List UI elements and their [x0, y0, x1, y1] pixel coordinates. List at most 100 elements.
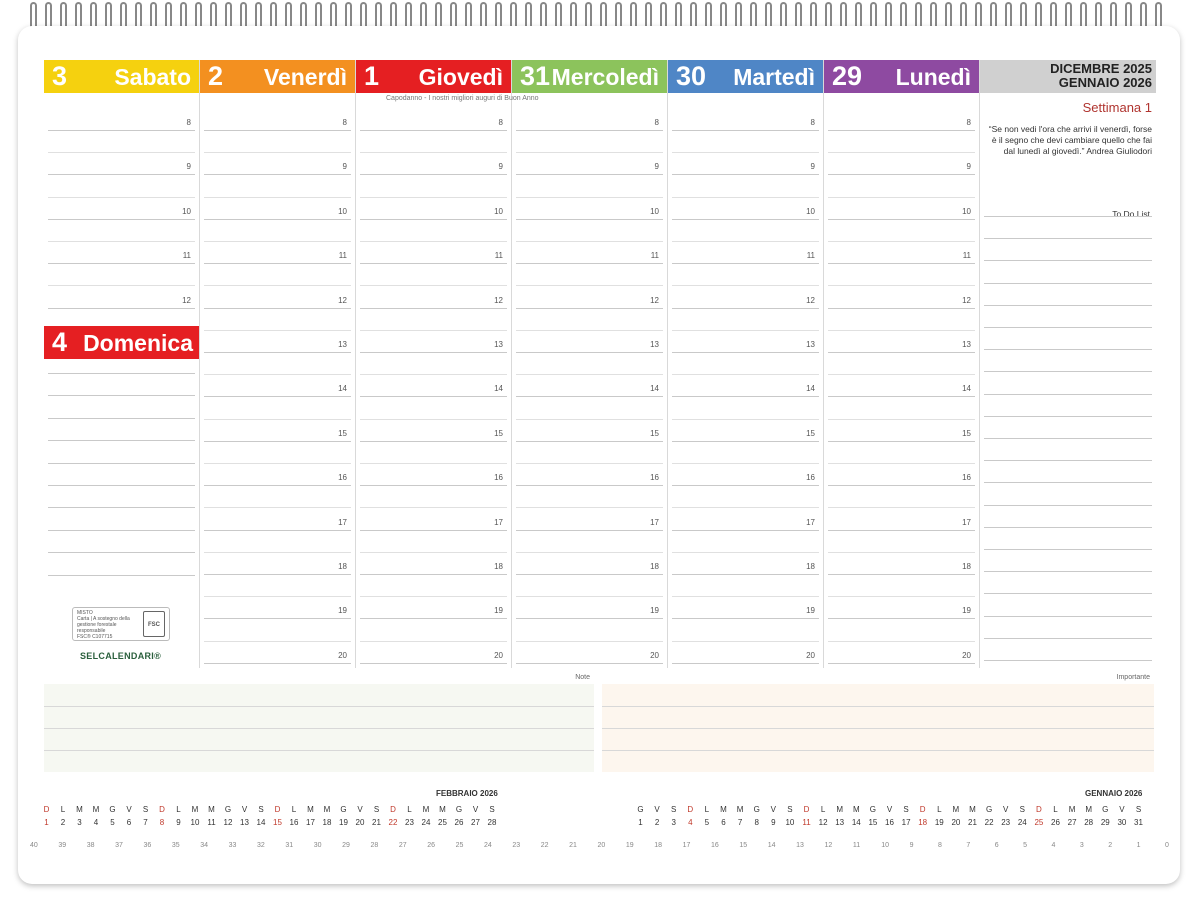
todo-line[interactable] — [984, 216, 1152, 217]
mini-calendar-gennaio-dates: 1 2 3 4 5 6 7 8 9 10 11 12 13 14 15 16 17 18 19 20 21 22 23 24 2… — [634, 818, 1154, 830]
day-header-domenica: 4 Domenica — [44, 326, 199, 359]
hour-line — [516, 662, 663, 664]
sunday-line[interactable] — [48, 507, 195, 509]
mini-calendar-weekday: L — [60, 805, 66, 814]
todo-line[interactable] — [984, 549, 1152, 550]
todo-line[interactable] — [984, 238, 1152, 240]
hour-label: 8 — [654, 118, 659, 127]
todo-line[interactable] — [984, 615, 1152, 617]
todo-line[interactable] — [984, 438, 1152, 439]
sunday-line[interactable] — [48, 462, 195, 464]
half-hour-line — [672, 418, 819, 420]
sunday-line[interactable] — [48, 529, 195, 531]
mini-calendar-weekday: G — [340, 805, 347, 814]
todo-line[interactable] — [984, 327, 1152, 328]
ruler-mark: 0 — [1165, 842, 1169, 849]
note-box[interactable]: Note — [44, 674, 594, 772]
sunday-line[interactable] — [48, 373, 195, 374]
mini-calendar-date: 30 — [1117, 818, 1127, 827]
hour-label: 17 — [962, 517, 971, 527]
todo-line[interactable] — [984, 371, 1152, 373]
hour-line — [672, 440, 819, 442]
todo-line[interactable] — [984, 460, 1152, 462]
hour-line — [516, 529, 663, 531]
sunday-line[interactable] — [48, 417, 195, 419]
todo-line[interactable] — [984, 660, 1152, 661]
sunday-line[interactable] — [48, 440, 195, 442]
mini-calendar-date: 12 — [223, 818, 233, 827]
hour-label: 16 — [650, 473, 659, 483]
ruler-mark: 10 — [881, 842, 890, 849]
half-hour-line — [828, 640, 975, 642]
todo-line[interactable] — [984, 504, 1152, 506]
mini-calendar-weekday: D — [919, 805, 926, 814]
mini-calendar-date: 26 — [454, 818, 464, 827]
todo-line[interactable] — [984, 526, 1152, 528]
hour-line — [516, 396, 663, 398]
month-header: DICEMBRE 2025 GENNAIO 2026 — [980, 60, 1156, 93]
sunday-line[interactable] — [48, 574, 195, 576]
mini-calendar-weekday: D — [43, 805, 50, 814]
mini-calendar-weekday: D — [803, 805, 810, 814]
hour-line — [360, 618, 507, 620]
sunday-line[interactable] — [48, 485, 195, 486]
half-hour-line — [828, 596, 975, 598]
half-hour-line — [516, 285, 663, 287]
mini-calendar-weekday: S — [1019, 805, 1025, 814]
mini-calendar-weekday: V — [126, 805, 132, 814]
mini-calendar-weekday: M — [852, 805, 860, 814]
fsc-logo-icon: FSC — [143, 611, 165, 637]
half-hour-line — [828, 374, 975, 376]
half-hour-line — [360, 507, 507, 509]
hour-label: 20 — [494, 650, 503, 660]
todo-line[interactable] — [984, 260, 1152, 262]
hour-label: 8 — [498, 118, 503, 127]
mini-calendar-febbraio-days: DLMMGVSDLMMGVSDLMMGVSDLMMGVS — [40, 805, 510, 817]
day-column-lunedì[interactable]: 29 Lunedì 8 9 10 11 12 13 14 15 16 17 18 19 20 — [824, 60, 980, 668]
todo-line[interactable] — [984, 482, 1152, 484]
sunday-line[interactable] — [48, 552, 195, 554]
day-column-giovedì[interactable]: 1 Giovedì Capodanno - I nostri migliori au… — [356, 60, 539, 668]
todo-line[interactable] — [984, 571, 1152, 573]
todo-line[interactable] — [984, 282, 1152, 284]
mini-calendar-date: 23 — [1001, 818, 1011, 827]
mini-calendar-date: 24 — [421, 818, 431, 827]
mini-calendar-weekday: M — [208, 805, 215, 814]
todo-line[interactable] — [984, 415, 1152, 417]
day-column-mercoledì[interactable]: 31 Mercoledì 8 9 10 11 12 13 14 15 16 17 18 19 20 — [512, 60, 668, 668]
todo-list-label: To Do List — [1112, 209, 1150, 219]
hour-label: 13 — [962, 340, 971, 349]
todo-line[interactable] — [984, 393, 1152, 395]
hour-line — [516, 307, 663, 309]
day-column-martedì[interactable]: 30 Martedì 8 9 10 11 12 13 14 15 16 17 18 19 20 — [668, 60, 824, 668]
todo-line[interactable] — [984, 593, 1152, 595]
hour-label: 11 — [338, 251, 347, 261]
hour-line — [828, 218, 975, 220]
hour-line — [516, 263, 663, 265]
hour-line — [672, 307, 819, 309]
hour-label: 9 — [342, 162, 347, 172]
important-box[interactable]: Importante — [602, 674, 1154, 772]
hour-label: 15 — [650, 428, 659, 438]
mini-calendar-weekday: M — [191, 805, 199, 814]
mini-calendar-weekday: V — [241, 805, 248, 814]
day-column-sabato[interactable]: 3 Sabato 8 9 10 11 12 — [44, 60, 200, 331]
hour-label: 12 — [182, 295, 191, 305]
half-hour-line — [360, 329, 507, 331]
brand-logo: SELCALENDARI® — [80, 651, 162, 661]
hour-line — [672, 396, 819, 398]
half-hour-line — [516, 241, 663, 242]
todo-line[interactable] — [984, 349, 1152, 351]
important-label: Importante — [1116, 674, 1150, 681]
todo-line[interactable] — [984, 637, 1152, 639]
mini-calendar-date: 3 — [77, 818, 82, 827]
half-hour-line — [672, 285, 819, 287]
day-name: Giovedì — [418, 64, 503, 90]
todo-line[interactable] — [984, 304, 1152, 306]
hour-line — [672, 174, 819, 176]
half-hour-line — [204, 418, 351, 420]
half-hour-line — [360, 241, 507, 242]
day-column-venerdì[interactable]: 2 Venerdì 8 9 10 11 12 13 14 15 16 17 18 19 20 — [200, 60, 356, 668]
half-hour-line — [48, 152, 195, 154]
sunday-line[interactable] — [48, 395, 195, 397]
